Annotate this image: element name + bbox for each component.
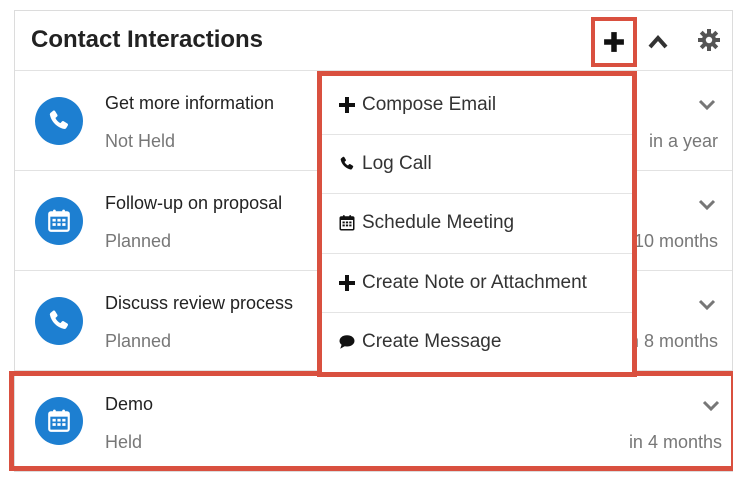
menu-item-label: Compose Email <box>362 94 497 116</box>
interaction-name[interactable]: Demo <box>105 394 153 415</box>
interaction-status: Planned <box>105 231 172 251</box>
chevron-up-icon[interactable] <box>647 33 669 51</box>
calendar-icon <box>35 197 83 245</box>
add-button[interactable] <box>591 17 637 67</box>
chevron-down-icon[interactable] <box>698 299 716 311</box>
add-interaction-menu: Compose Email Log Call Schedule Meeting <box>317 71 637 377</box>
interaction-date: in 8 months <box>624 331 718 351</box>
phone-icon <box>35 297 83 345</box>
plus-icon <box>339 274 355 291</box>
interaction-name[interactable]: Get more information <box>105 93 274 114</box>
phone-icon <box>340 157 354 170</box>
chevron-down-icon[interactable] <box>698 199 716 211</box>
menu-item-label: Log Call <box>362 153 432 175</box>
menu-item-label: Create Note or Attachment <box>362 271 587 293</box>
menu-item-label: Schedule Meeting <box>362 212 515 234</box>
plus-icon <box>604 32 624 52</box>
gear-icon[interactable] <box>698 29 720 51</box>
list-item[interactable]: Demo Held in 4 months <box>9 371 733 471</box>
interaction-date: in 4 months <box>628 432 722 452</box>
calendar-icon <box>339 215 355 231</box>
menu-item-create-message[interactable]: Create Message <box>322 313 632 372</box>
interaction-status: Planned <box>105 331 172 351</box>
plus-icon <box>339 97 355 114</box>
menu-item-compose-email[interactable]: Compose Email <box>322 76 632 136</box>
phone-icon <box>35 97 83 145</box>
contact-interactions-dashlet: Contact Interactions Get more informatio… <box>9 10 733 472</box>
menu-item-schedule-meeting[interactable]: Schedule Meeting <box>322 194 632 254</box>
interaction-status: Not Held <box>105 131 176 151</box>
calendar-icon <box>35 397 83 445</box>
dashlet-title: Contact Interactions <box>31 26 264 53</box>
interaction-name[interactable]: Discuss review process <box>105 293 293 314</box>
menu-item-label: Create Message <box>362 331 502 353</box>
chevron-down-icon[interactable] <box>702 400 720 412</box>
menu-item-log-call[interactable]: Log Call <box>322 135 632 195</box>
interaction-name[interactable]: Follow-up on proposal <box>105 193 282 214</box>
interaction-status: Held <box>105 432 143 452</box>
interaction-date: in a year <box>648 131 718 151</box>
dashlet-header: Contact Interactions <box>15 11 732 71</box>
menu-item-create-note[interactable]: Create Note or Attachment <box>322 254 632 313</box>
chevron-down-icon[interactable] <box>698 99 716 111</box>
comment-icon <box>339 335 355 350</box>
